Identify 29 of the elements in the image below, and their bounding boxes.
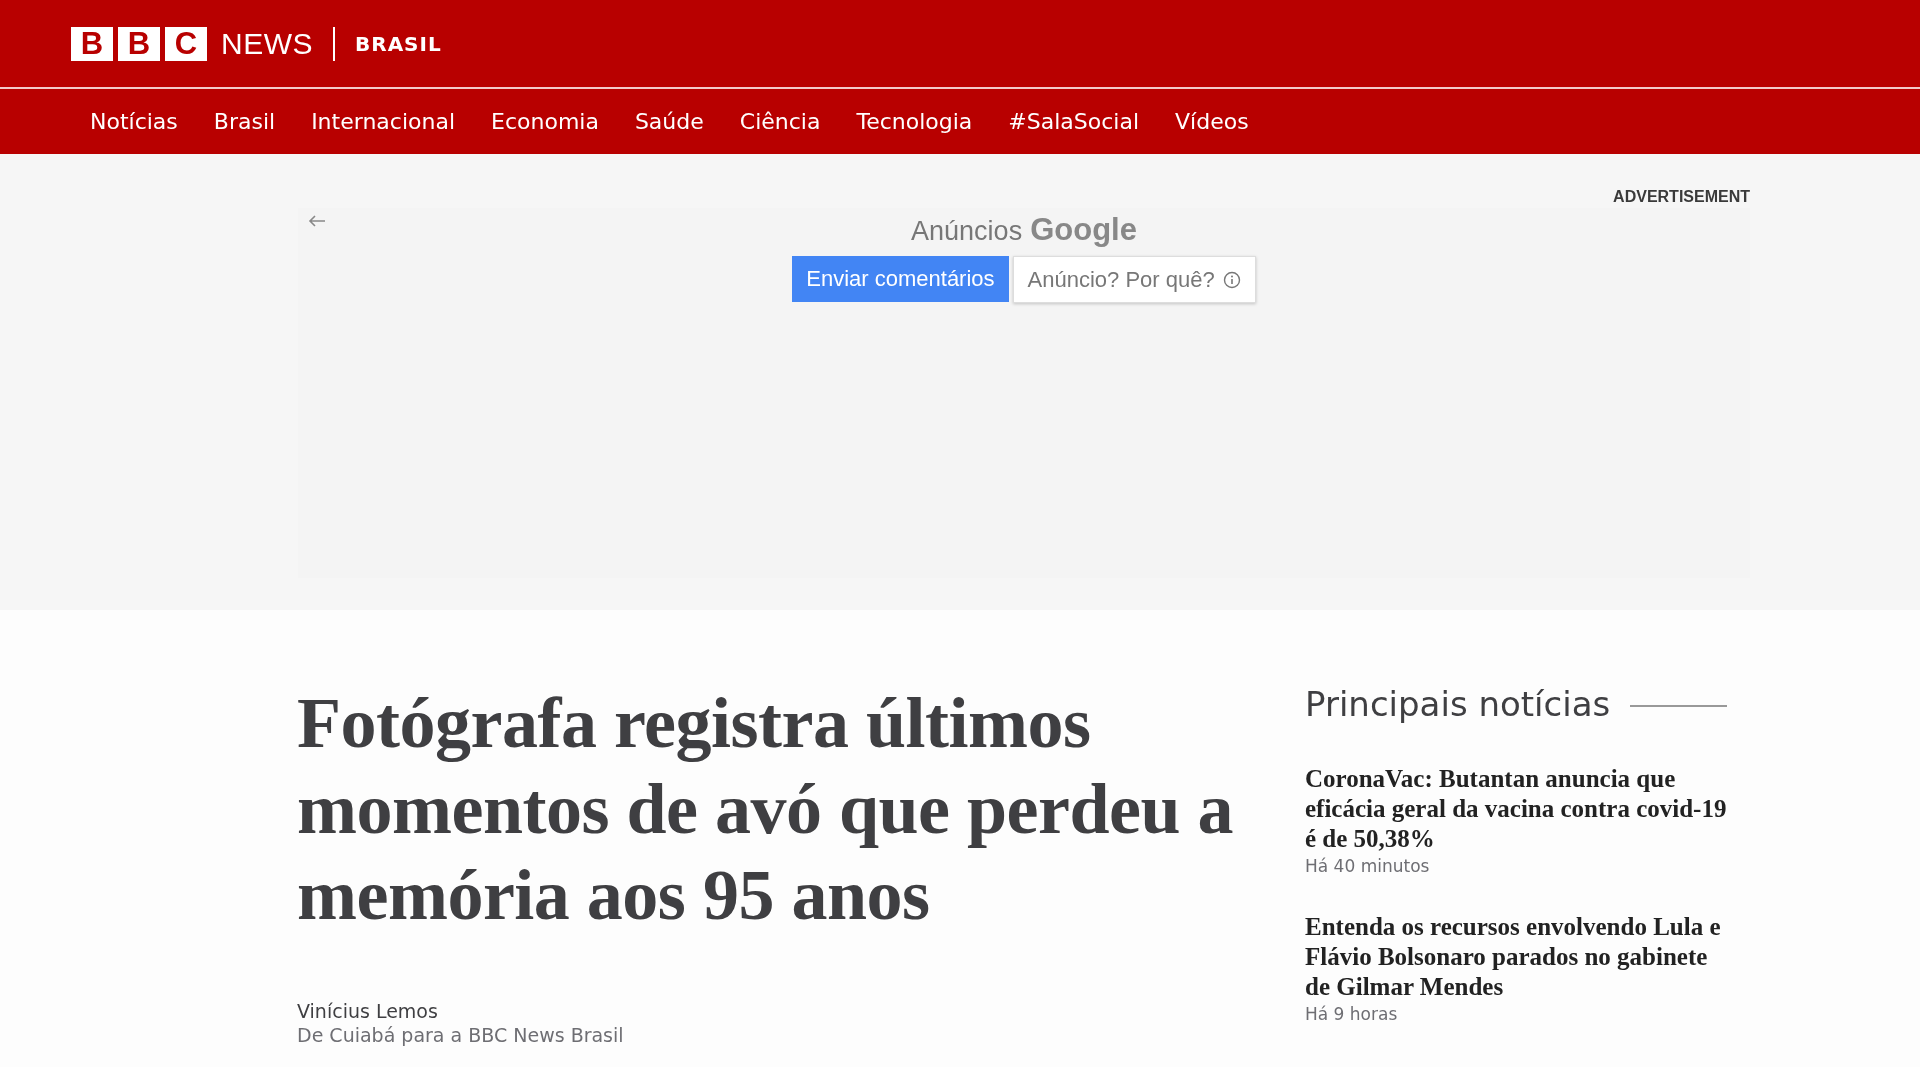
logo-letter[interactable]: C: [165, 26, 207, 61]
nav-link[interactable]: Tecnologia: [838, 109, 991, 134]
advertisement-label: ADVERTISEMENT: [1613, 188, 1750, 206]
logo-letter[interactable]: B: [118, 26, 160, 61]
edition-label[interactable]: BRASIL: [355, 31, 442, 56]
sidebar-title: Principais notícias: [1305, 684, 1611, 724]
send-feedback-button[interactable]: Enviar comentários: [792, 256, 1009, 302]
nav-link[interactable]: Saúde: [616, 109, 722, 134]
nav-link[interactable]: Brasil: [195, 109, 294, 134]
info-icon: [1222, 270, 1241, 289]
ads-by-text: Anúncios: [911, 216, 1023, 247]
logo-letter[interactable]: B: [71, 26, 113, 61]
nav-link[interactable]: Economia: [473, 109, 617, 134]
nav-link[interactable]: Vídeos: [1157, 109, 1267, 134]
ads-brand-text: Google: [1030, 212, 1137, 248]
story-link[interactable]: CoronaVac: Butantan anuncia que eficácia geral da vacina contra covid-19 é de 50,38%: [1305, 764, 1727, 854]
story-link[interactable]: Entenda os recursos envolvendo Lula e Flávio Bolsonaro parados no gabinete de Gilmar Mendes: [1305, 912, 1727, 1002]
story-time: Há 40 minutos: [1305, 856, 1431, 876]
author-name: Vinícius Lemos: [297, 1000, 439, 1022]
nav-link[interactable]: #SalaSocial: [990, 109, 1158, 134]
nav-link[interactable]: Notícias: [72, 109, 196, 134]
article-headline: Fotógrafa registra últimos momentos de avó que perdeu a memória aos 95 anos: [297, 682, 1234, 937]
nav-link[interactable]: Ciência: [721, 109, 839, 134]
logo-word[interactable]: NEWS: [221, 26, 313, 61]
back-arrow-icon[interactable]: [308, 214, 326, 228]
why-this-ad-button[interactable]: Anúncio? Por quê?: [1012, 256, 1256, 303]
story-time: Há 9 horas: [1305, 1004, 1399, 1024]
byline-text: De Cuiabá para a BBC News Brasil: [297, 1024, 625, 1046]
nav-link[interactable]: Internacional: [293, 109, 473, 134]
